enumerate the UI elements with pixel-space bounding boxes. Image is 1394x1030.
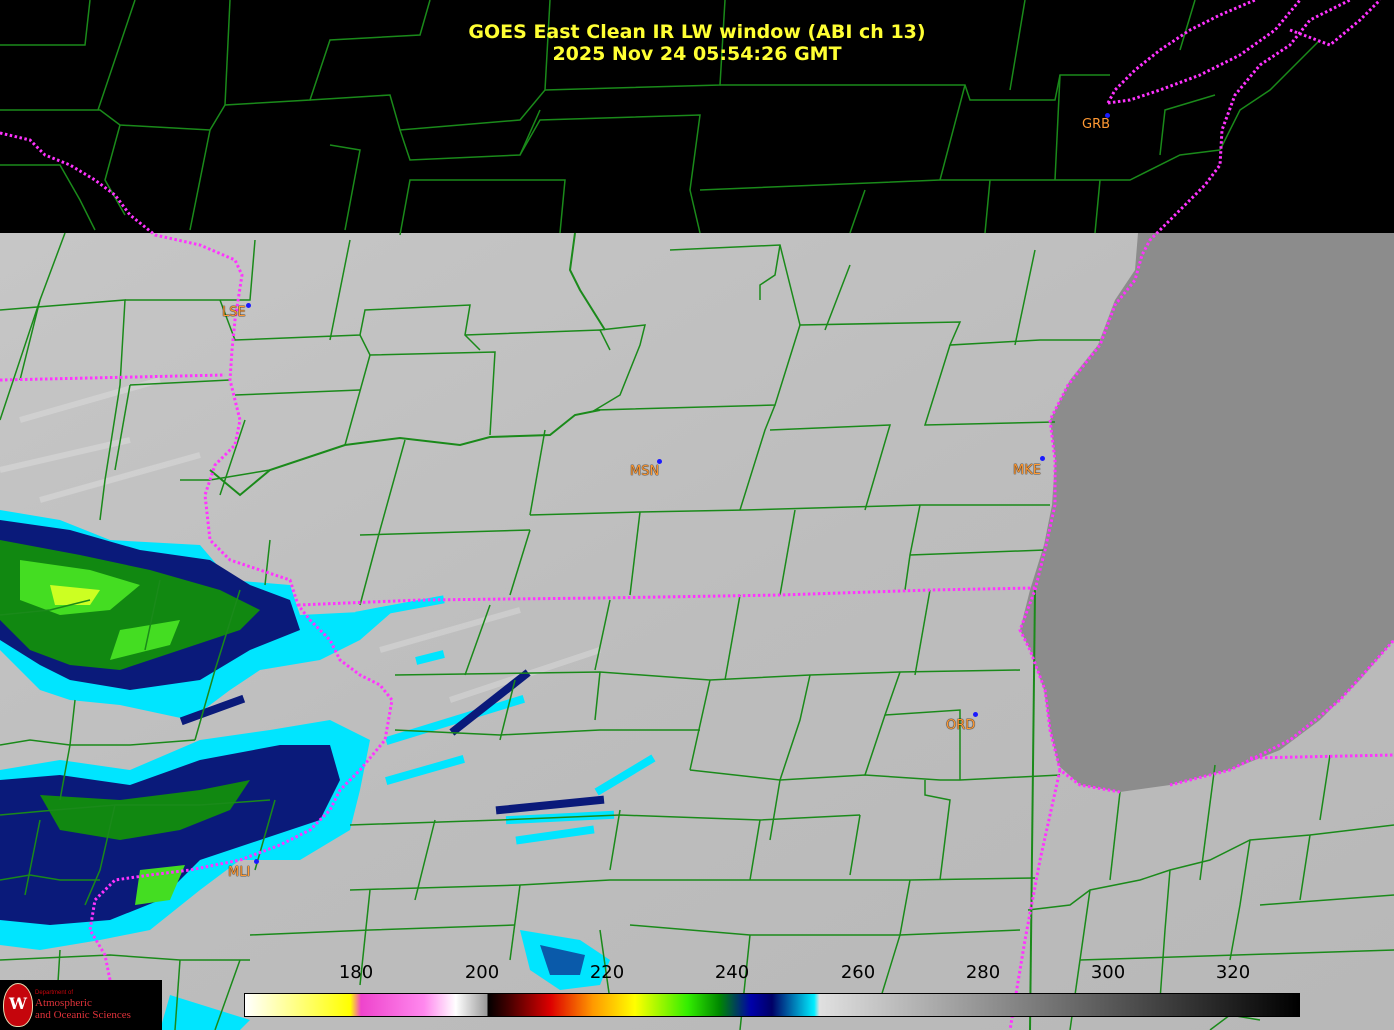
logo-name-text: Atmospheric and Oceanic Sciences [35, 997, 131, 1021]
colorbar-tick: 220 [589, 962, 625, 983]
city-marker-mli [254, 859, 259, 864]
colorbar-tick: 260 [840, 962, 876, 983]
colorbar-tick: 300 [1090, 962, 1126, 983]
city-label-grb: GRB [1082, 117, 1111, 132]
city-label-ord: ORD [946, 718, 976, 733]
colorbar-tick: 320 [1215, 962, 1251, 983]
logo-department-text: Department of [35, 990, 74, 996]
colorbar-tick: 180 [338, 962, 374, 983]
aos-logo: W Department of Atmospheric and Oceanic … [0, 980, 162, 1030]
satellite-image [0, 0, 1394, 1030]
colorbar-tick: 200 [464, 962, 500, 983]
colorbar-tick: 240 [714, 962, 750, 983]
city-label-mli: MLI [228, 865, 251, 880]
uw-crest-icon: W [3, 983, 33, 1027]
temperature-colorbar [244, 993, 1300, 1017]
city-marker-ord [973, 712, 978, 717]
city-label-msn: MSN [630, 464, 660, 479]
city-marker-lse [246, 303, 251, 308]
city-marker-mke [1040, 456, 1045, 461]
product-title: GOES East Clean IR LW window (ABI ch 13) [468, 21, 926, 43]
city-label-lse: LSE [222, 305, 246, 320]
colorbar-tick: 280 [965, 962, 1001, 983]
city-label-mke: MKE [1013, 463, 1041, 478]
timestamp: 2025 Nov 24 05:54:26 GMT [552, 43, 842, 65]
